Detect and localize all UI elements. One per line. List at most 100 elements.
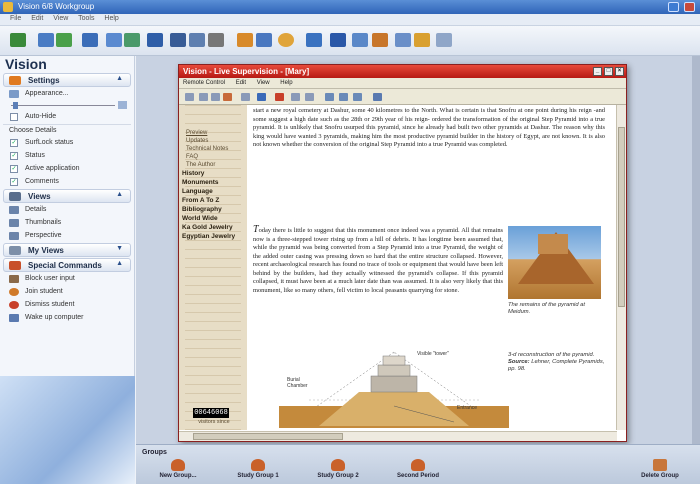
my-views-section-header[interactable]: My Views ▼ xyxy=(3,243,131,257)
collapse-icon[interactable]: ▲ xyxy=(116,75,123,82)
tool-icon[interactable] xyxy=(352,33,368,47)
menu-help[interactable]: Help xyxy=(280,80,292,86)
group-study-2[interactable]: Study Group 2 xyxy=(308,459,368,479)
appearance-item[interactable]: Appearance... xyxy=(3,88,131,100)
group-second-period[interactable]: Second Period xyxy=(388,459,448,479)
close-button[interactable] xyxy=(684,2,695,12)
viewer-minimize-button[interactable]: _ xyxy=(593,67,602,76)
detail-active-application[interactable]: ✓ Active application xyxy=(3,163,131,175)
menu-help[interactable]: Help xyxy=(104,15,118,22)
menu-file[interactable]: File xyxy=(10,15,21,22)
tool-icon[interactable] xyxy=(395,33,411,47)
view-details[interactable]: Details xyxy=(3,204,131,216)
menu-edit[interactable]: Edit xyxy=(31,15,43,22)
nav-link-monuments[interactable]: Monuments xyxy=(179,178,247,187)
delete-group-button[interactable]: Delete Group xyxy=(630,459,690,479)
tool-icon[interactable] xyxy=(256,33,272,47)
tool-icon[interactable] xyxy=(147,33,163,47)
tool-icon[interactable] xyxy=(170,33,186,47)
nav-link-history[interactable]: History xyxy=(179,169,247,178)
tool-icon[interactable] xyxy=(82,33,98,47)
view-perspective[interactable]: Perspective xyxy=(3,230,131,242)
tool-icon[interactable] xyxy=(339,93,348,101)
collapse-icon[interactable]: ▲ xyxy=(116,191,123,198)
tool-icon[interactable] xyxy=(56,33,72,47)
tool-icon[interactable] xyxy=(275,93,284,101)
viewer-close-button[interactable]: × xyxy=(615,67,624,76)
tool-icon[interactable] xyxy=(189,33,205,47)
tool-icon[interactable] xyxy=(414,33,430,47)
command-wake-up[interactable]: Wake up computer xyxy=(3,312,131,324)
command-dismiss-student[interactable]: Dismiss student xyxy=(3,299,131,311)
workspace-scrollbar[interactable] xyxy=(692,56,700,444)
tool-icon[interactable] xyxy=(223,93,232,101)
nav-link-egyptian-jewelry[interactable]: Egyptian Jewelry xyxy=(179,232,247,241)
menu-view[interactable]: View xyxy=(53,15,68,22)
nav-link-language[interactable]: Language xyxy=(179,187,247,196)
nav-link-author[interactable]: The Author xyxy=(179,161,247,169)
tool-icon[interactable] xyxy=(185,93,194,101)
appearance-label: Appearance... xyxy=(25,90,69,97)
detail-comments[interactable]: ✓ Comments xyxy=(3,176,131,188)
group-icon xyxy=(331,459,345,471)
expand-icon[interactable]: ▼ xyxy=(116,245,123,252)
nav-link-bibliography[interactable]: Bibliography xyxy=(179,205,247,214)
tool-icon[interactable] xyxy=(373,93,382,101)
tool-icon[interactable] xyxy=(241,93,250,101)
group-new[interactable]: New Group... xyxy=(148,459,208,479)
tool-icon[interactable] xyxy=(211,93,220,101)
nav-link-world-wide[interactable]: World Wide xyxy=(179,214,247,223)
tool-icon[interactable] xyxy=(10,33,26,47)
scroll-thumb[interactable] xyxy=(618,127,625,307)
detail-status[interactable]: ✓ Status xyxy=(3,150,131,162)
autohide-checkbox[interactable] xyxy=(10,113,18,121)
nav-link-technical-notes[interactable]: Technical Notes xyxy=(179,145,247,153)
scroll-thumb[interactable] xyxy=(193,433,343,440)
tool-icon[interactable] xyxy=(372,33,388,47)
appearance-slider[interactable] xyxy=(5,101,129,110)
tool-icon[interactable] xyxy=(306,33,322,47)
tool-icon[interactable] xyxy=(436,33,452,47)
settings-section-header[interactable]: Settings ▲ xyxy=(3,73,131,87)
tool-icon[interactable] xyxy=(208,33,224,47)
special-commands-section-header[interactable]: Special Commands ▲ xyxy=(3,258,131,272)
collapse-icon[interactable]: ▲ xyxy=(116,260,123,267)
nav-link-faq[interactable]: FAQ xyxy=(179,153,247,161)
tool-icon[interactable] xyxy=(278,33,294,47)
slider-thumb[interactable] xyxy=(13,102,18,109)
checkbox-checked[interactable]: ✓ xyxy=(10,178,18,186)
viewer-horizontal-scrollbar[interactable] xyxy=(179,431,617,441)
detail-surflock[interactable]: ✓ SurfLock status xyxy=(3,137,131,149)
viewer-vertical-scrollbar[interactable] xyxy=(616,105,626,430)
menu-edit[interactable]: Edit xyxy=(236,80,246,86)
tool-icon[interactable] xyxy=(305,93,314,101)
command-join-student[interactable]: Join student xyxy=(3,286,131,298)
tool-icon[interactable] xyxy=(257,93,266,101)
views-section-header[interactable]: Views ▲ xyxy=(3,189,131,203)
tool-icon[interactable] xyxy=(199,93,208,101)
viewer-maximize-button[interactable]: □ xyxy=(604,67,613,76)
nav-link-a-to-z[interactable]: From A To Z xyxy=(179,196,247,205)
tool-icon[interactable] xyxy=(291,93,300,101)
checkbox-checked[interactable]: ✓ xyxy=(10,165,18,173)
menu-tools[interactable]: Tools xyxy=(78,15,94,22)
command-block-input[interactable]: Block user input xyxy=(3,273,131,285)
checkbox-checked[interactable]: ✓ xyxy=(10,139,18,147)
view-thumbnails[interactable]: Thumbnails xyxy=(3,217,131,229)
menu-view[interactable]: View xyxy=(257,80,270,86)
tool-icon[interactable] xyxy=(353,93,362,101)
checkbox-checked[interactable]: ✓ xyxy=(10,152,18,160)
tool-icon[interactable] xyxy=(325,93,334,101)
group-study-1[interactable]: Study Group 1 xyxy=(228,459,288,479)
minimize-button[interactable] xyxy=(668,2,679,12)
autohide-item[interactable]: Auto-Hide xyxy=(3,111,131,123)
tool-icon[interactable] xyxy=(330,33,346,47)
tool-icon[interactable] xyxy=(124,33,140,47)
nav-link-ka-gold-jewelry[interactable]: Ka Gold Jewelry xyxy=(179,223,247,232)
menu-remote-control[interactable]: Remote Control xyxy=(183,80,225,86)
tool-icon[interactable] xyxy=(106,33,122,47)
tool-icon[interactable] xyxy=(38,33,54,47)
nav-link-preview[interactable]: Preview xyxy=(179,129,247,137)
nav-link-updates[interactable]: Updates xyxy=(179,137,247,145)
tool-icon[interactable] xyxy=(237,33,253,47)
